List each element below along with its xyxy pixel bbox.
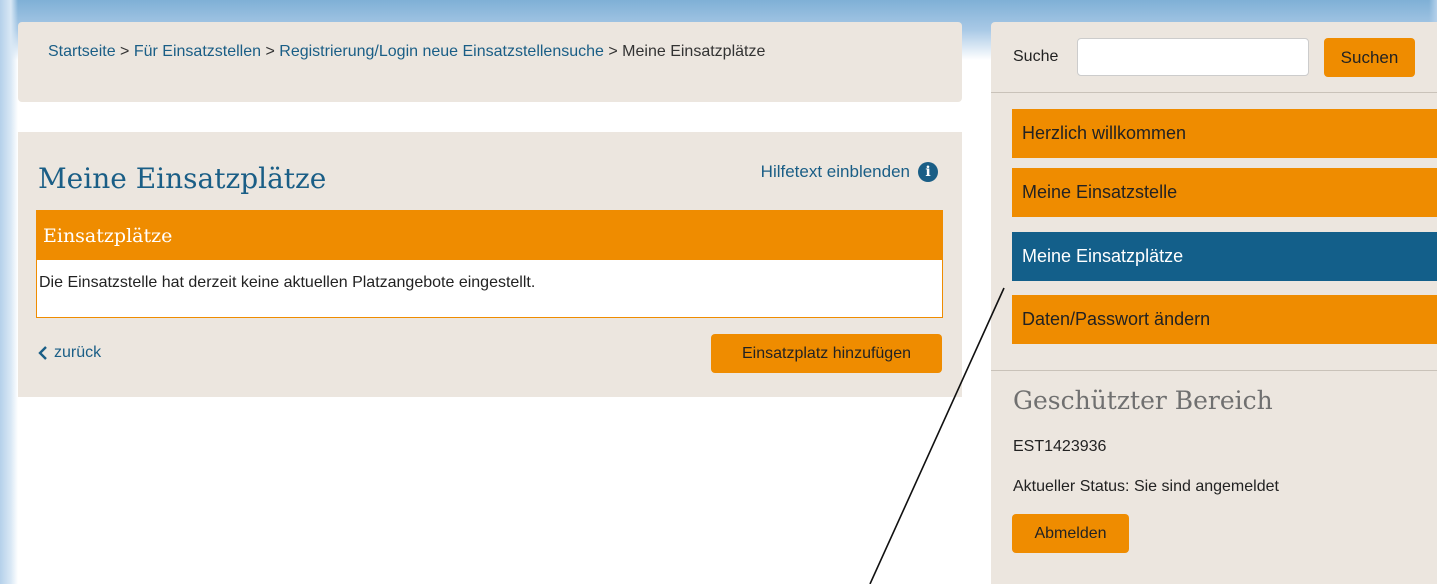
annotation-line <box>869 287 1005 584</box>
